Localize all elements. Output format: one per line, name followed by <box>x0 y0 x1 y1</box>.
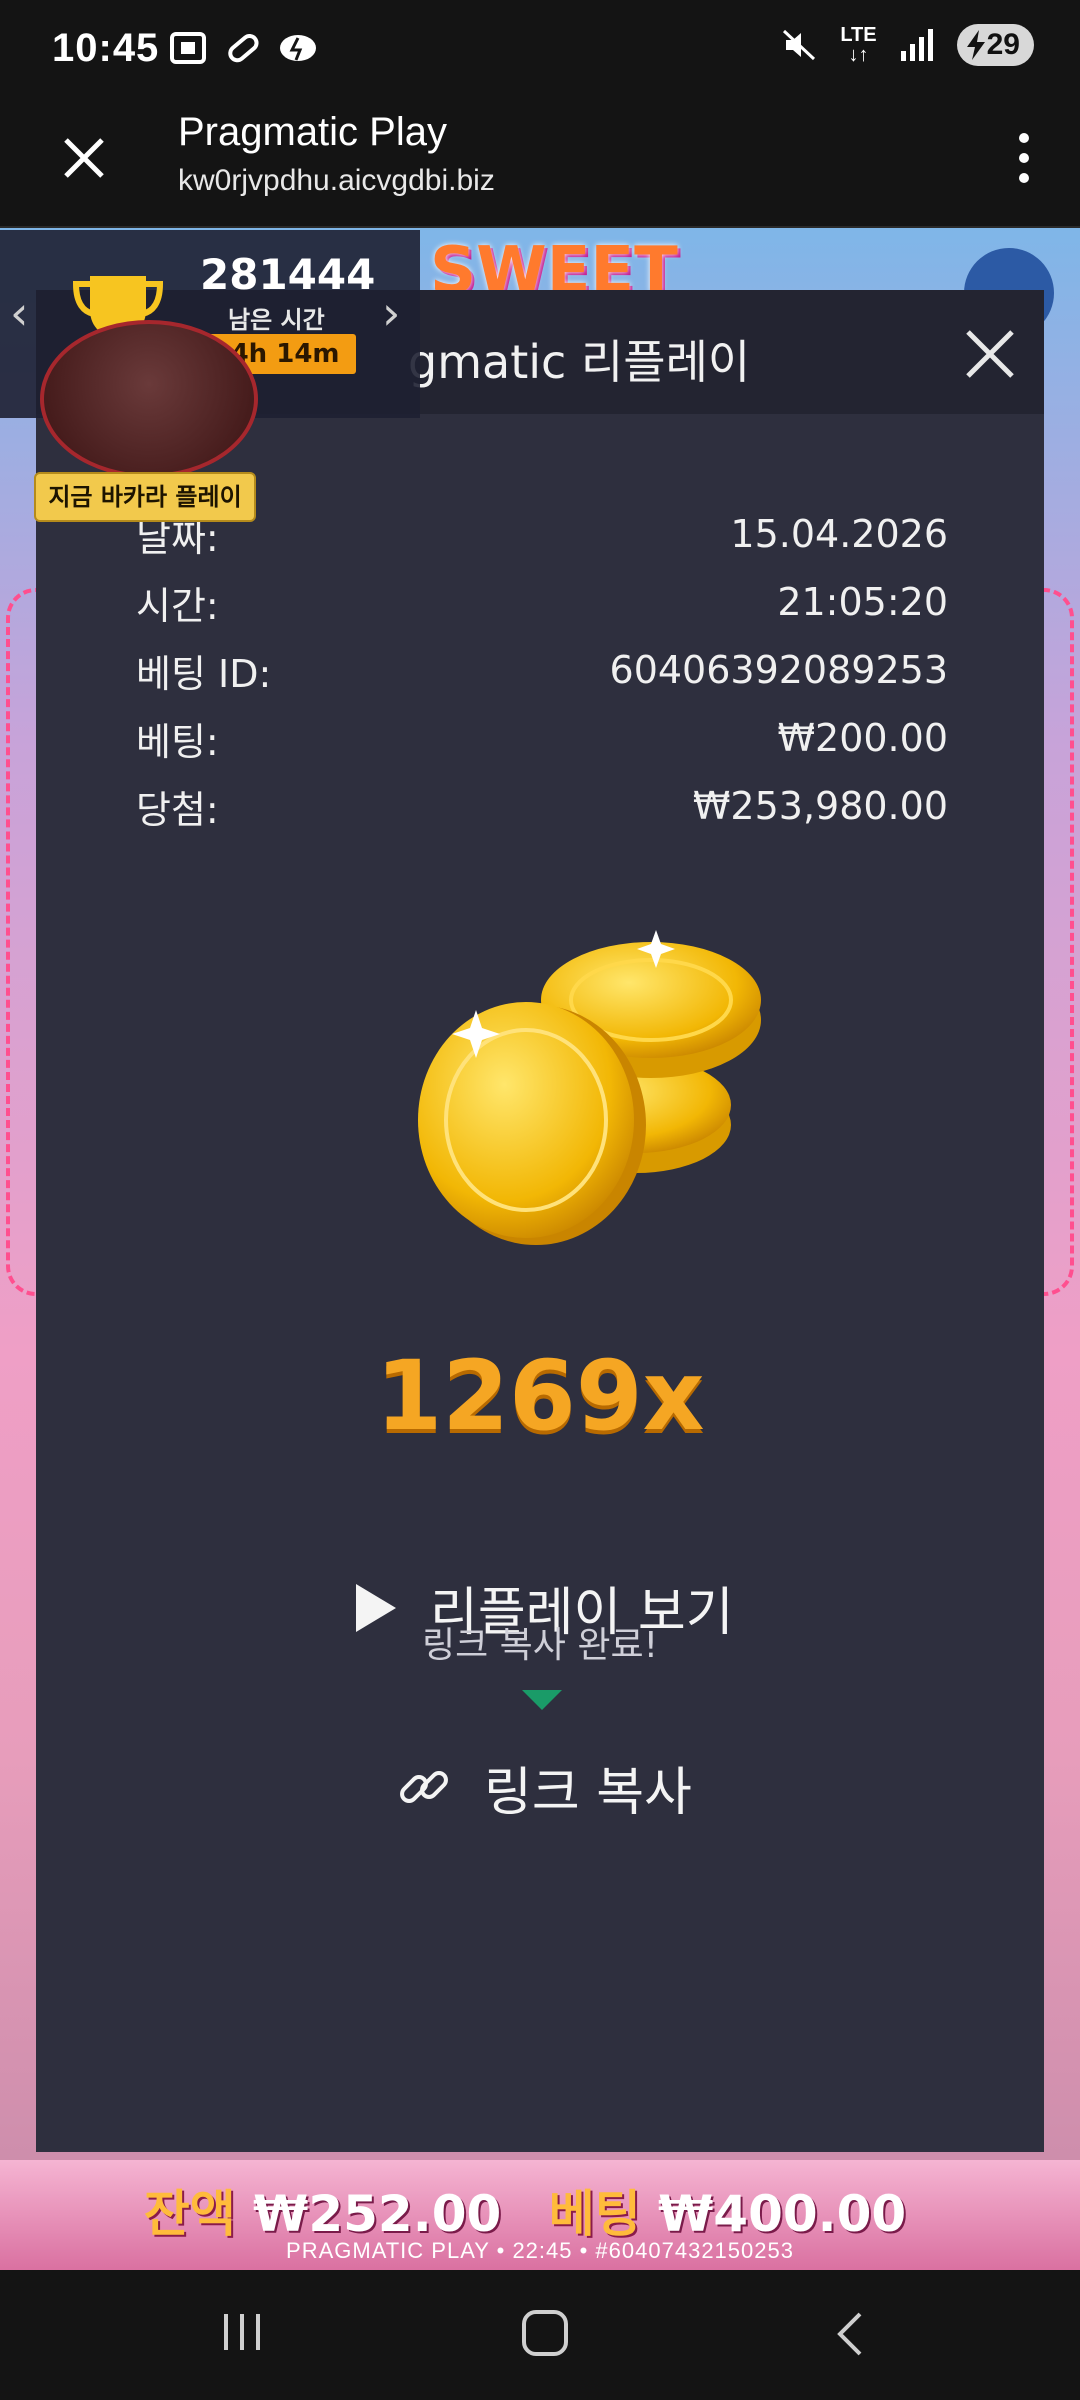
detail-value: ₩253,980.00 <box>692 784 948 828</box>
win-multiplier: 1269x <box>375 1340 705 1452</box>
copy-toast: 링크 복사 완료! <box>421 1625 659 1666</box>
bet-details: 날짜: 15.04.2026 시간: 21:05:20 베팅 ID: 60406392… <box>136 500 948 840</box>
clock: 10:45 <box>52 26 160 70</box>
home-icon[interactable] <box>522 2310 568 2356</box>
dealer-avatar[interactable] <box>40 320 258 478</box>
coins-illustration <box>418 930 761 1245</box>
more-options-icon[interactable] <box>1014 130 1034 186</box>
detail-row-bet: 베팅: ₩200.00 <box>136 704 948 772</box>
page-title: Pragmatic Play <box>178 110 447 154</box>
game-footer: PRAGMATIC PLAY • 22:45 • #60407432150253 <box>286 2238 794 2263</box>
bet-label: 베팅 <box>548 2185 641 2243</box>
tournament-score: 281444 <box>200 250 376 299</box>
play-baccarat-button[interactable]: 지금 바카라 플레이 <box>34 472 256 522</box>
detail-row-date: 날짜: 15.04.2026 <box>136 500 948 568</box>
detail-row-bet-id: 베팅 ID: 60406392089253 <box>136 636 948 704</box>
detail-label: 시간: <box>136 583 219 628</box>
chevron-left-icon[interactable]: ‹ <box>10 286 28 340</box>
replay-modal: gmatic 리플레이 날짜: 15.04.2026 시간: 21:05:20 베팅… <box>36 290 1044 2152</box>
time-left-label: 남은 시간 <box>228 306 325 334</box>
pill-icon <box>228 33 259 63</box>
detail-label: 베팅: <box>136 719 219 764</box>
detail-value: 15.04.2026 <box>730 512 948 556</box>
page-url: kw0rjvpdhu.aicvgdbi.biz <box>178 164 495 197</box>
balance-line: 잔액 ₩252.00 베팅 ₩400.00 <box>0 2174 1080 2246</box>
close-icon[interactable] <box>56 130 112 186</box>
link-icon <box>400 1770 448 1803</box>
balance-value: ₩252.00 <box>253 2185 502 2243</box>
detail-value: ₩200.00 <box>777 716 948 760</box>
detail-value: 21:05:20 <box>777 580 948 624</box>
browser-toolbar: Pragmatic Play kw0rjvpdhu.aicvgdbi.biz <box>0 100 1080 228</box>
bet-value: ₩400.00 <box>658 2185 907 2243</box>
battery-indicator: 29 <box>956 24 1034 66</box>
cloud-bolt-icon <box>280 35 316 61</box>
notification-icons <box>168 28 320 68</box>
lte-indicator: LTE ↓↑ <box>840 24 877 66</box>
chevron-right-icon[interactable]: › <box>382 286 400 340</box>
balance-bar: 잔액 ₩252.00 베팅 ₩400.00 PRAGMATIC PLAY • 2… <box>0 2160 1080 2270</box>
balance-label: 잔액 <box>143 2185 236 2243</box>
recents-icon[interactable] <box>220 2312 266 2352</box>
detail-label: 당첨: <box>136 787 219 832</box>
toast-arrow <box>522 1690 562 1710</box>
charging-bolt-icon <box>966 30 985 60</box>
modal-close-icon[interactable] <box>962 326 1018 382</box>
detail-row-time: 시간: 21:05:20 <box>136 568 948 636</box>
copy-link-button[interactable]: 링크 복사 <box>396 1750 692 1825</box>
status-bar: 10:45 LTE ↓↑ 29 <box>0 0 1080 100</box>
signal-icon <box>900 29 933 61</box>
system-icons: LTE ↓↑ 29 <box>782 24 1034 66</box>
detail-label: 베팅 ID: <box>136 651 272 696</box>
back-icon[interactable] <box>830 2310 870 2358</box>
mute-icon <box>783 29 816 61</box>
screenshot-icon <box>170 32 206 64</box>
detail-row-win: 당첨: ₩253,980.00 <box>136 772 948 840</box>
system-nav-bar <box>0 2270 1080 2400</box>
copy-link-label: 링크 복사 <box>484 1763 692 1823</box>
detail-value: 60406392089253 <box>609 648 948 692</box>
modal-title: gmatic 리플레이 <box>408 335 751 389</box>
